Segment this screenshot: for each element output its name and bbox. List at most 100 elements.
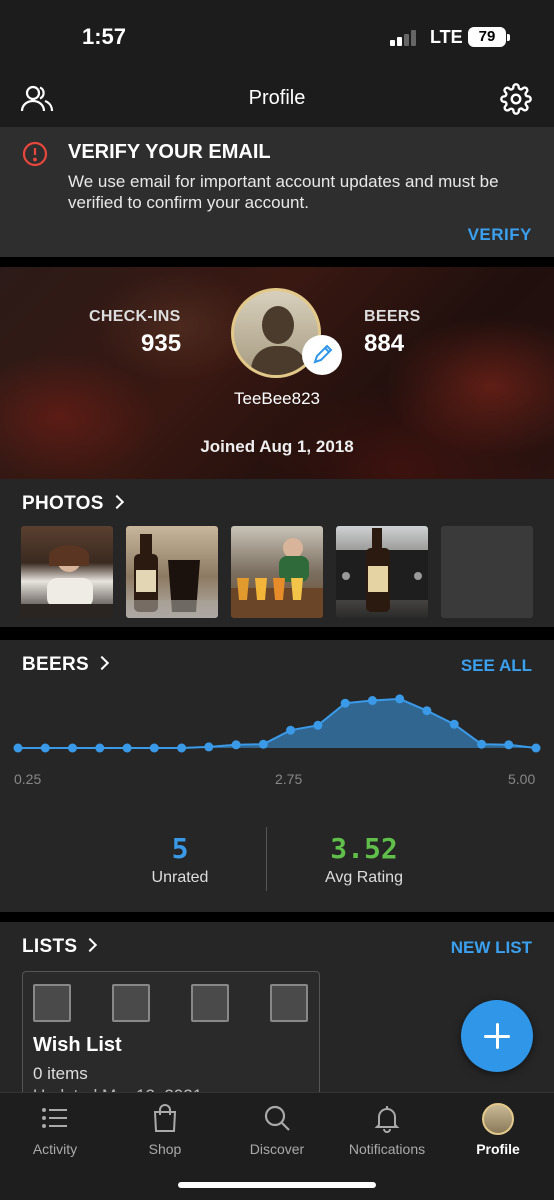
avg-rating-metric: 3.52 Avg Rating	[264, 832, 464, 887]
unrated-label: Unrated	[151, 869, 209, 886]
checkins-label: CHECK-INS	[89, 308, 181, 325]
avatar-body	[251, 346, 307, 375]
search-icon	[222, 1103, 332, 1133]
photo-thumbnail[interactable]	[126, 526, 218, 618]
list-item-placeholder	[112, 984, 150, 1022]
rating-distribution-chart	[13, 694, 541, 753]
chart-point	[149, 743, 159, 753]
avatar-icon	[443, 1103, 553, 1135]
unrated-count: 5	[171, 832, 189, 865]
tab-label: Discover	[249, 1141, 305, 1157]
status-time: 1:57	[82, 24, 127, 49]
tab-shop[interactable]: Shop	[110, 1103, 220, 1157]
signal-icon	[390, 30, 420, 46]
beers-count[interactable]: 884	[364, 330, 404, 358]
x-tick-label: 2.75	[275, 771, 303, 787]
username: TeeBee823	[233, 389, 321, 408]
chart-point	[204, 742, 214, 752]
list-item-placeholder	[33, 984, 71, 1022]
lists-title-label: LISTS	[22, 936, 78, 957]
avg-rating-label: Avg Rating	[325, 869, 403, 886]
divider	[0, 627, 554, 640]
list-card-wish-list[interactable]: Wish List 0 items Updated Mar 12, 2021	[22, 971, 320, 1097]
x-tick-label: 5.00	[508, 771, 536, 787]
chevron-right-icon	[109, 494, 124, 510]
photo-thumbnail[interactable]	[336, 526, 428, 618]
list-item-placeholder	[191, 984, 229, 1022]
edit-avatar-button[interactable]	[302, 335, 342, 375]
joined-date: Joined Aug 1, 2018	[200, 437, 354, 456]
chart-point	[95, 743, 105, 753]
chart-point	[13, 743, 23, 753]
battery-icon: 79	[468, 27, 510, 47]
beers-label: BEERS	[364, 308, 421, 325]
verify-button[interactable]: VERIFY	[468, 225, 532, 245]
beers-title[interactable]: BEERS	[22, 654, 110, 676]
chart-point	[340, 698, 350, 708]
tab-profile[interactable]: Profile	[443, 1103, 553, 1157]
chart-point	[449, 719, 459, 729]
network-type: LTE	[430, 27, 463, 47]
chevron-right-icon	[94, 655, 110, 671]
nav-bar: Profile	[0, 75, 554, 127]
home-indicator	[178, 1182, 376, 1188]
x-tick-label: 0.25	[14, 771, 42, 787]
lists-title[interactable]: LISTS	[22, 936, 98, 958]
tab-discover[interactable]: Discover	[222, 1103, 332, 1157]
verify-body: We use email for important account updat…	[68, 172, 499, 212]
chart-point	[68, 743, 77, 753]
list-count: 0 items	[33, 1064, 88, 1083]
pencil-icon	[313, 344, 333, 364]
chart-point	[531, 743, 541, 753]
chart-point	[122, 743, 132, 753]
chart-point	[477, 739, 486, 749]
shopping-bag-icon	[110, 1103, 220, 1133]
tab-label: Notifications	[348, 1141, 426, 1157]
photo-thumbnail[interactable]	[21, 526, 113, 618]
chart-point	[177, 743, 187, 753]
add-checkin-button[interactable]	[461, 1000, 533, 1072]
divider	[0, 257, 554, 267]
chart-point	[504, 740, 514, 750]
chart-point	[422, 706, 432, 716]
tab-label: Activity	[32, 1141, 78, 1157]
chart-point	[231, 740, 241, 750]
page-title: Profile	[248, 87, 306, 109]
avg-rating-value: 3.52	[330, 832, 398, 865]
unrated-metric[interactable]: 5 Unrated	[80, 832, 280, 887]
tab-label: Profile	[476, 1141, 520, 1157]
new-list-button[interactable]: NEW LIST	[451, 938, 532, 958]
chart-point	[313, 720, 323, 730]
beers-title-label: BEERS	[22, 654, 89, 675]
photos-title[interactable]: PHOTOS	[22, 493, 124, 515]
photos-title-label: PHOTOS	[22, 493, 104, 514]
chart-point	[367, 696, 377, 705]
divider	[0, 912, 554, 922]
photos-section: PHOTOS	[0, 479, 554, 627]
chart-point	[40, 743, 50, 753]
see-all-button[interactable]: SEE ALL	[461, 656, 532, 676]
list-icon	[0, 1103, 110, 1133]
checkins-count[interactable]: 935	[141, 330, 181, 358]
list-item-placeholder	[270, 984, 308, 1022]
status-bar: 1:57 LTE 79	[0, 0, 554, 75]
chart-point	[286, 725, 296, 735]
verify-title: VERIFY YOUR EMAIL	[68, 141, 271, 163]
chart-point	[395, 694, 405, 704]
profile-header: CHECK-INS 935 BEERS 884 TeeBee823 Joined…	[0, 267, 554, 479]
verify-email-banner: VERIFY YOUR EMAIL We use email for impor…	[0, 127, 554, 257]
gear-icon[interactable]	[500, 83, 532, 120]
alert-circle-icon	[22, 141, 48, 172]
chart-point	[258, 739, 268, 749]
photo-thumbnail-placeholder[interactable]	[441, 526, 533, 618]
list-name: Wish List	[33, 1034, 122, 1056]
tab-activity[interactable]: Activity	[0, 1103, 110, 1157]
tab-label: Shop	[148, 1141, 182, 1157]
chevron-right-icon	[83, 937, 98, 953]
photo-thumbnail[interactable]	[231, 526, 323, 618]
bell-icon	[332, 1103, 442, 1133]
tab-notifications[interactable]: Notifications	[332, 1103, 442, 1157]
avatar-thumbnail	[482, 1103, 514, 1135]
beers-section: BEERS SEE ALL 0.25 2.75 5.00 5 Unrated 3…	[0, 640, 554, 912]
avatar-head	[262, 306, 294, 344]
